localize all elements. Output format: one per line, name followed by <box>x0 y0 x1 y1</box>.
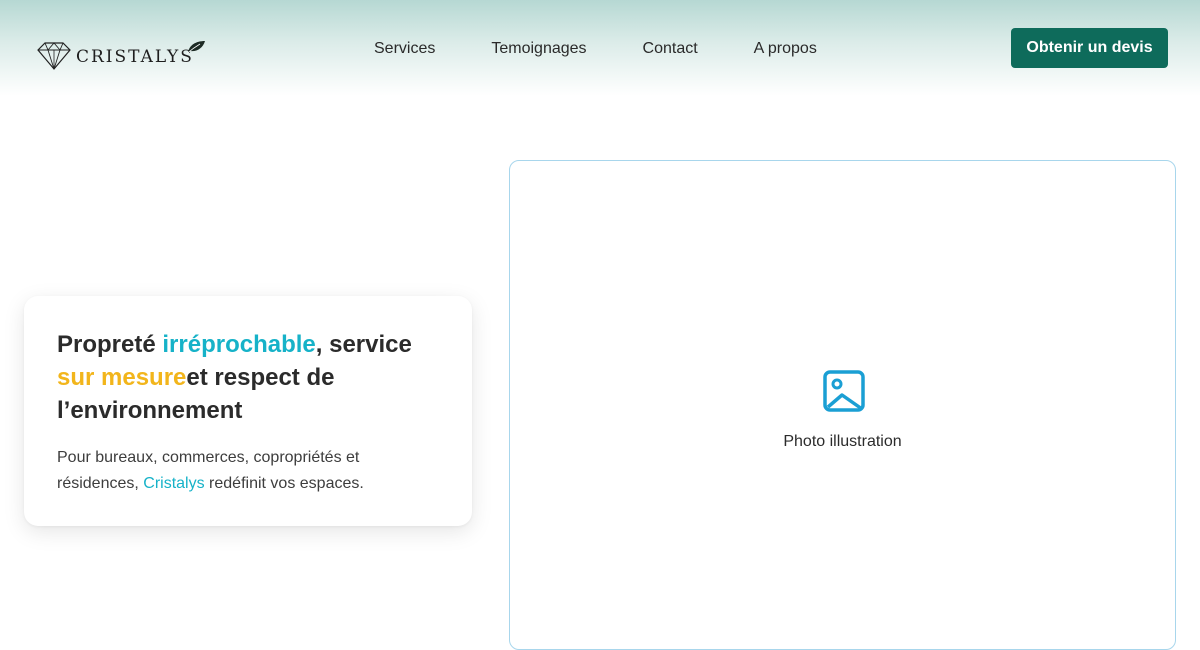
photo-placeholder: Photo illustration <box>509 160 1176 650</box>
nav-link-temoignages[interactable]: Temoignages <box>491 40 586 58</box>
nav-link-contact[interactable]: Contact <box>643 40 698 58</box>
hero-subtitle: Pour bureaux, commerces, copropriétés et… <box>57 445 439 497</box>
hero-title: Propreté irréprochable, service sur mesu… <box>57 328 439 427</box>
image-icon <box>823 370 865 412</box>
brand-logo[interactable]: CRISTALYS <box>36 38 205 74</box>
site-header: CRISTALYS Services Temoignages Contact A… <box>0 0 1200 96</box>
main-nav: Services Temoignages Contact A propos <box>374 38 817 60</box>
photo-caption: Photo illustration <box>783 433 902 450</box>
nav-link-a-propos[interactable]: A propos <box>754 40 817 58</box>
leaf-icon <box>186 41 205 54</box>
hero-subtitle-part2: redéfinit vos espaces. <box>204 475 364 492</box>
nav-link-services[interactable]: Services <box>374 40 435 58</box>
hero-title-part2: , service <box>315 331 412 358</box>
hero-title-accent-yellow: sur mesure <box>57 364 187 391</box>
get-quote-button[interactable]: Obtenir un devis <box>1011 28 1168 68</box>
hero-card: Propreté irréprochable, service sur mesu… <box>24 296 472 526</box>
diamond-icon <box>37 42 71 70</box>
brand-name: CRISTALYS <box>76 47 194 67</box>
hero-subtitle-brand-link[interactable]: Cristalys <box>143 475 204 492</box>
hero-title-part1: Propreté <box>57 331 163 358</box>
hero-title-accent-cyan: irréprochable <box>162 331 316 358</box>
